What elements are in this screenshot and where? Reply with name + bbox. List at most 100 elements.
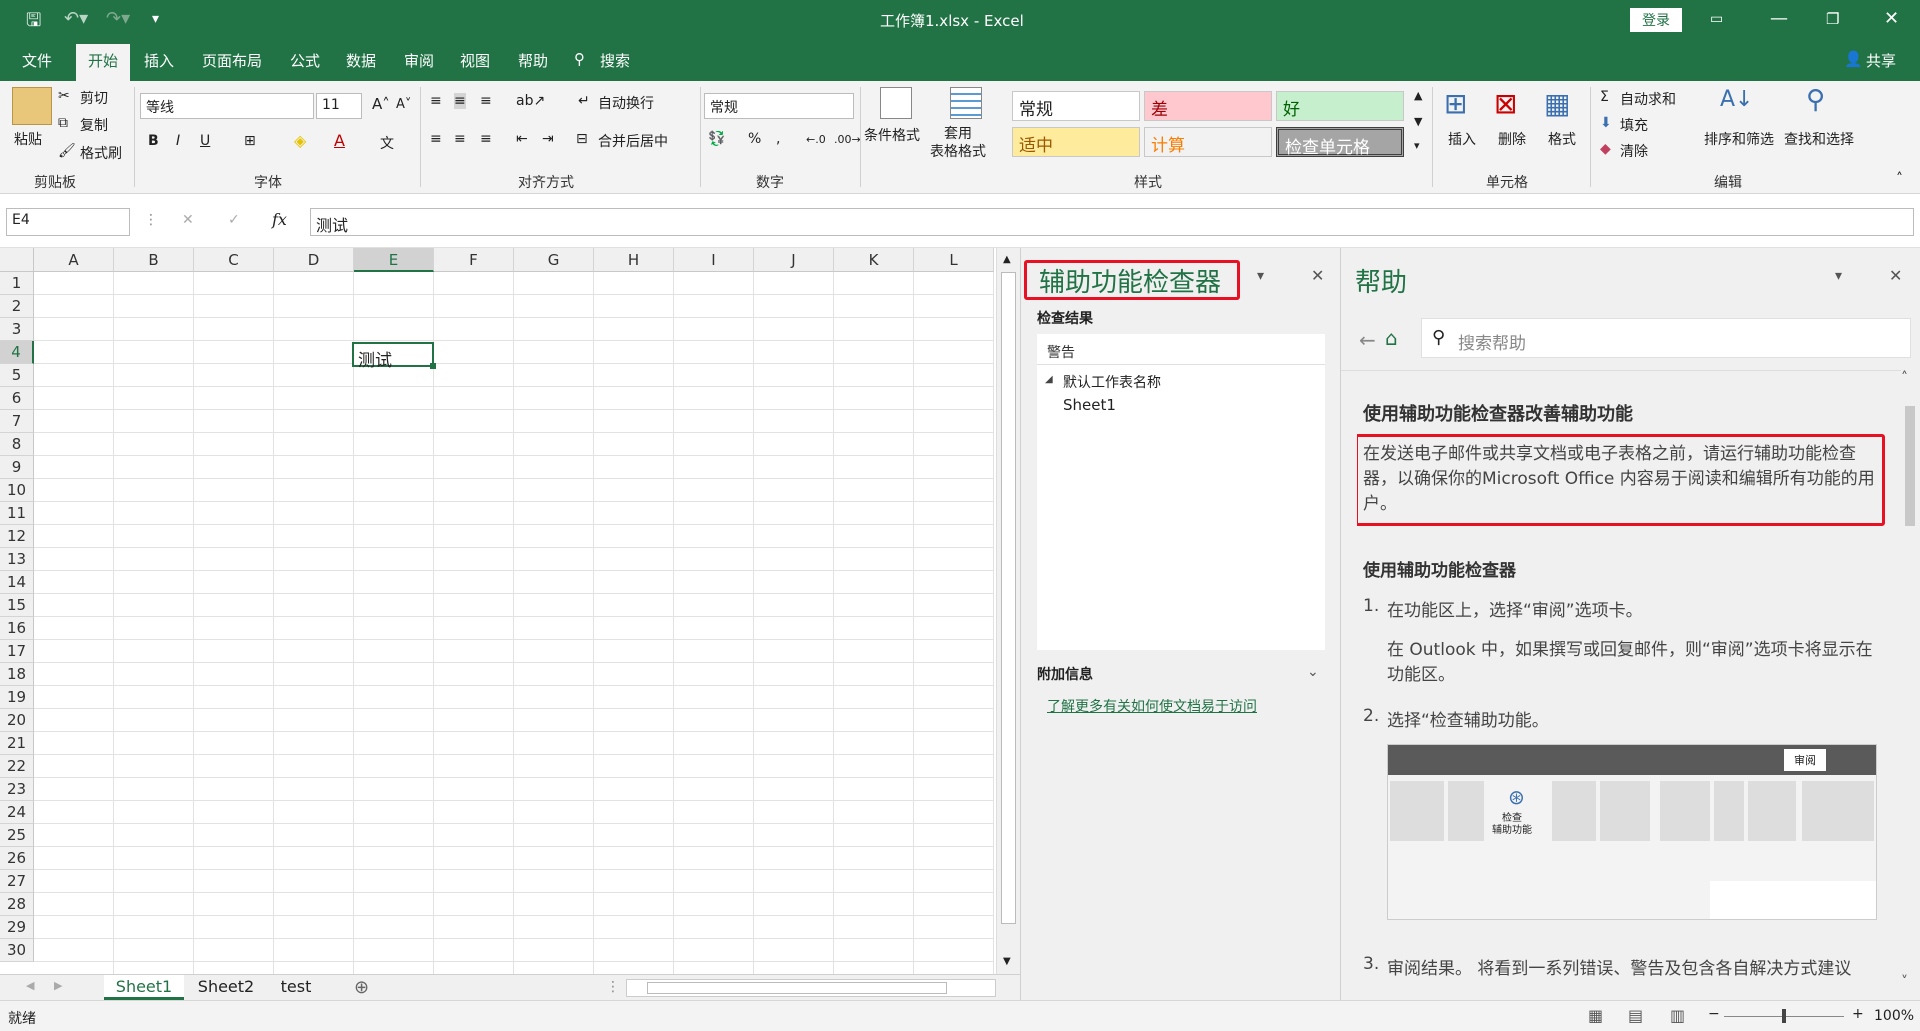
undo-icon[interactable]: ↶▾ <box>64 8 88 29</box>
clear-button[interactable]: 清除 <box>1620 141 1648 161</box>
redo-icon[interactable]: ↷▾ <box>106 8 130 29</box>
copy-button[interactable]: 复制 <box>80 115 108 135</box>
wrap-text-icon[interactable]: ↵ <box>578 93 590 109</box>
help-close-icon[interactable]: ✕ <box>1889 266 1902 285</box>
row-header-12[interactable]: 12 <box>0 525 34 548</box>
row-header-17[interactable]: 17 <box>0 640 34 663</box>
next-sheet-icon[interactable]: ▶ <box>54 979 62 992</box>
row-header-2[interactable]: 2 <box>0 295 34 318</box>
column-header-g[interactable]: G <box>514 248 594 272</box>
format-as-table-icon[interactable] <box>950 87 982 119</box>
ribbon-display-icon[interactable]: ▭ <box>1710 11 1723 27</box>
autosum-icon[interactable]: Σ <box>1600 89 1609 105</box>
conditional-format-button[interactable]: 条件格式 <box>864 125 920 145</box>
merge-icon[interactable]: ⊟ <box>576 131 588 147</box>
tab-insert[interactable]: 插入 <box>144 50 174 71</box>
column-header-k[interactable]: K <box>834 248 914 272</box>
cancel-icon[interactable]: ✕ <box>182 212 194 228</box>
copy-icon[interactable]: ⧉ <box>58 115 68 131</box>
paste-icon[interactable] <box>12 87 52 125</box>
normal-view-icon[interactable]: ▦ <box>1588 1006 1603 1025</box>
row-header-9[interactable]: 9 <box>0 456 34 479</box>
help-search-box[interactable]: ⚲ 搜索帮助 <box>1421 318 1911 358</box>
format-as-table-button[interactable]: 套用 表格格式 <box>930 125 986 161</box>
tab-data[interactable]: 数据 <box>346 50 376 71</box>
row-header-15[interactable]: 15 <box>0 594 34 617</box>
add-sheet-icon[interactable]: ⊕ <box>354 977 369 998</box>
expand-icon[interactable]: ⌄ <box>1307 664 1319 680</box>
tab-home[interactable]: 开始 <box>76 44 131 81</box>
row-header-19[interactable]: 19 <box>0 686 34 709</box>
increase-decimal-icon[interactable]: ←.0 <box>806 133 826 146</box>
insert-function-button[interactable]: fx <box>272 210 287 229</box>
cell-style-3[interactable]: 适中 <box>1012 127 1140 157</box>
help-menu-icon[interactable]: ▾ <box>1835 268 1842 284</box>
orientation-icon[interactable]: ab↗ <box>516 93 545 109</box>
fill-button[interactable]: 填充 <box>1620 115 1648 135</box>
collapse-icon[interactable]: ◢ <box>1045 374 1053 385</box>
help-scroll-up-icon[interactable]: ˄ <box>1901 370 1908 386</box>
row-header-4[interactable]: 4 <box>0 341 34 364</box>
row-header-11[interactable]: 11 <box>0 502 34 525</box>
gallery-more-icon[interactable]: ▾ <box>1414 139 1420 152</box>
formula-input[interactable]: 测试 <box>310 208 1914 236</box>
format-cells-button[interactable]: 格式 <box>1548 129 1576 149</box>
clear-icon[interactable]: ◆ <box>1600 141 1611 157</box>
tab-file[interactable]: 文件 <box>22 50 52 71</box>
row-header-29[interactable]: 29 <box>0 916 34 939</box>
login-button[interactable]: 登录 <box>1630 8 1682 32</box>
zoom-out-icon[interactable]: − <box>1708 1006 1720 1022</box>
wrap-text-button[interactable]: 自动换行 <box>598 93 654 113</box>
column-header-f[interactable]: F <box>434 248 514 272</box>
align-left-icon[interactable]: ≡ <box>430 131 442 147</box>
cell-style-1[interactable]: 差 <box>1144 91 1272 121</box>
zoom-level[interactable]: 100% <box>1874 1008 1914 1024</box>
row-header-14[interactable]: 14 <box>0 571 34 594</box>
sort-filter-icon[interactable]: A↓ <box>1720 87 1753 112</box>
row-header-7[interactable]: 7 <box>0 410 34 433</box>
select-all-corner[interactable] <box>0 248 34 272</box>
row-header-23[interactable]: 23 <box>0 778 34 801</box>
help-scrollbar[interactable]: ˄ ˅ <box>1897 366 1919 1000</box>
tab-formulas[interactable]: 公式 <box>290 50 320 71</box>
row-header-16[interactable]: 16 <box>0 617 34 640</box>
sort-filter-button[interactable]: 排序和筛选 <box>1704 129 1774 149</box>
split-handle-icon[interactable]: ⋮ <box>606 979 620 995</box>
row-header-18[interactable]: 18 <box>0 663 34 686</box>
cell-style-2[interactable]: 好 <box>1276 91 1404 121</box>
align-top-icon[interactable]: ≡ <box>430 93 442 109</box>
column-header-d[interactable]: D <box>274 248 354 272</box>
find-select-icon[interactable]: ⚲ <box>1806 85 1825 115</box>
font-name-select[interactable]: 等线 <box>140 93 314 119</box>
minimize-icon[interactable]: — <box>1770 8 1788 29</box>
help-scroll-thumb[interactable] <box>1905 406 1915 526</box>
currency-icon[interactable]: 💱 <box>708 131 725 147</box>
comma-button[interactable]: , <box>776 131 780 147</box>
scroll-up-icon[interactable]: ▲ <box>1003 254 1011 265</box>
column-header-h[interactable]: H <box>594 248 674 272</box>
back-icon[interactable]: ← <box>1359 328 1376 352</box>
row-header-22[interactable]: 22 <box>0 755 34 778</box>
share-icon[interactable]: 👤 <box>1844 50 1863 68</box>
italic-button[interactable]: I <box>176 133 180 149</box>
selected-cell[interactable]: 测试 <box>352 342 434 371</box>
gallery-up-icon[interactable]: ▲ <box>1414 89 1422 102</box>
cut-icon[interactable]: ✂ <box>58 88 70 104</box>
row-header-1[interactable]: 1 <box>0 272 34 295</box>
row-header-8[interactable]: 8 <box>0 433 34 456</box>
column-header-j[interactable]: J <box>754 248 834 272</box>
percent-button[interactable]: % <box>748 131 761 147</box>
page-break-view-icon[interactable]: ▥ <box>1670 1006 1685 1025</box>
row-header-20[interactable]: 20 <box>0 709 34 732</box>
spreadsheet-grid[interactable]: ABCDEFGHIJKL 1 2 3 4 5 6 7 8 9 10 11 12 13 14 15 16 17 18… <box>0 248 1020 974</box>
help-search-input[interactable]: 搜索帮助 <box>1458 329 1526 354</box>
insert-cells-icon[interactable]: ⊞ <box>1444 87 1467 120</box>
tab-view[interactable]: 视图 <box>460 50 490 71</box>
decrease-indent-icon[interactable]: ⇤ <box>516 131 528 147</box>
pane-menu-icon[interactable]: ▾ <box>1257 268 1264 284</box>
name-box[interactable]: E4 <box>6 208 130 236</box>
format-cells-icon[interactable]: ▦ <box>1544 87 1570 120</box>
column-header-b[interactable]: B <box>114 248 194 272</box>
result-item[interactable]: 默认工作表名称 <box>1063 372 1161 392</box>
row-header-6[interactable]: 6 <box>0 387 34 410</box>
